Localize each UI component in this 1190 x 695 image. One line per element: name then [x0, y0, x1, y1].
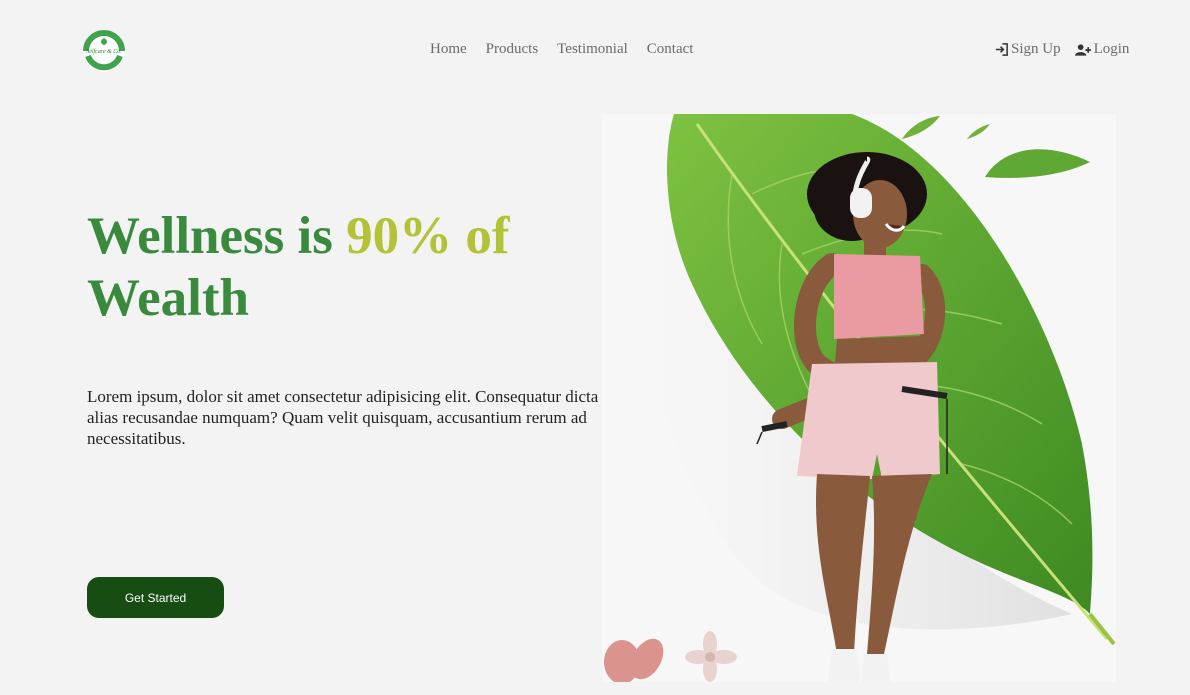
nav-testimonial[interactable]: Testimonial: [557, 41, 628, 58]
login-label: Login: [1093, 41, 1130, 57]
nav-home[interactable]: Home: [430, 41, 467, 58]
hero-headline: Wellness is 90% of Wealth: [87, 205, 587, 329]
signup-label: Sign Up: [1011, 41, 1061, 57]
headline-part2: 90% of: [346, 207, 510, 265]
get-started-button[interactable]: Get Started: [87, 577, 224, 618]
hero-description: Lorem ipsum, dolor sit amet consectetur …: [87, 387, 599, 448]
sign-in-icon: [995, 43, 1008, 56]
wellness-illustration: [602, 114, 1116, 682]
signup-link[interactable]: Sign Up: [994, 41, 1061, 58]
logo-text: Selfcare & Co.: [86, 48, 122, 55]
leaf-badge-icon: Selfcare & Co.: [83, 30, 125, 72]
nav-contact[interactable]: Contact: [647, 41, 694, 58]
headline-part1: Wellness is: [87, 207, 347, 265]
login-link[interactable]: Login: [1074, 41, 1130, 58]
main-nav: Home Products Testimonial Contact: [430, 41, 693, 58]
hero-image: [602, 114, 1116, 682]
brand-logo[interactable]: Selfcare & Co.: [82, 29, 126, 73]
nav-products[interactable]: Products: [486, 41, 539, 58]
headline-part3: Wealth: [87, 269, 249, 327]
auth-links: Sign Up Login: [994, 41, 1129, 58]
user-plus-icon: [1074, 43, 1091, 56]
